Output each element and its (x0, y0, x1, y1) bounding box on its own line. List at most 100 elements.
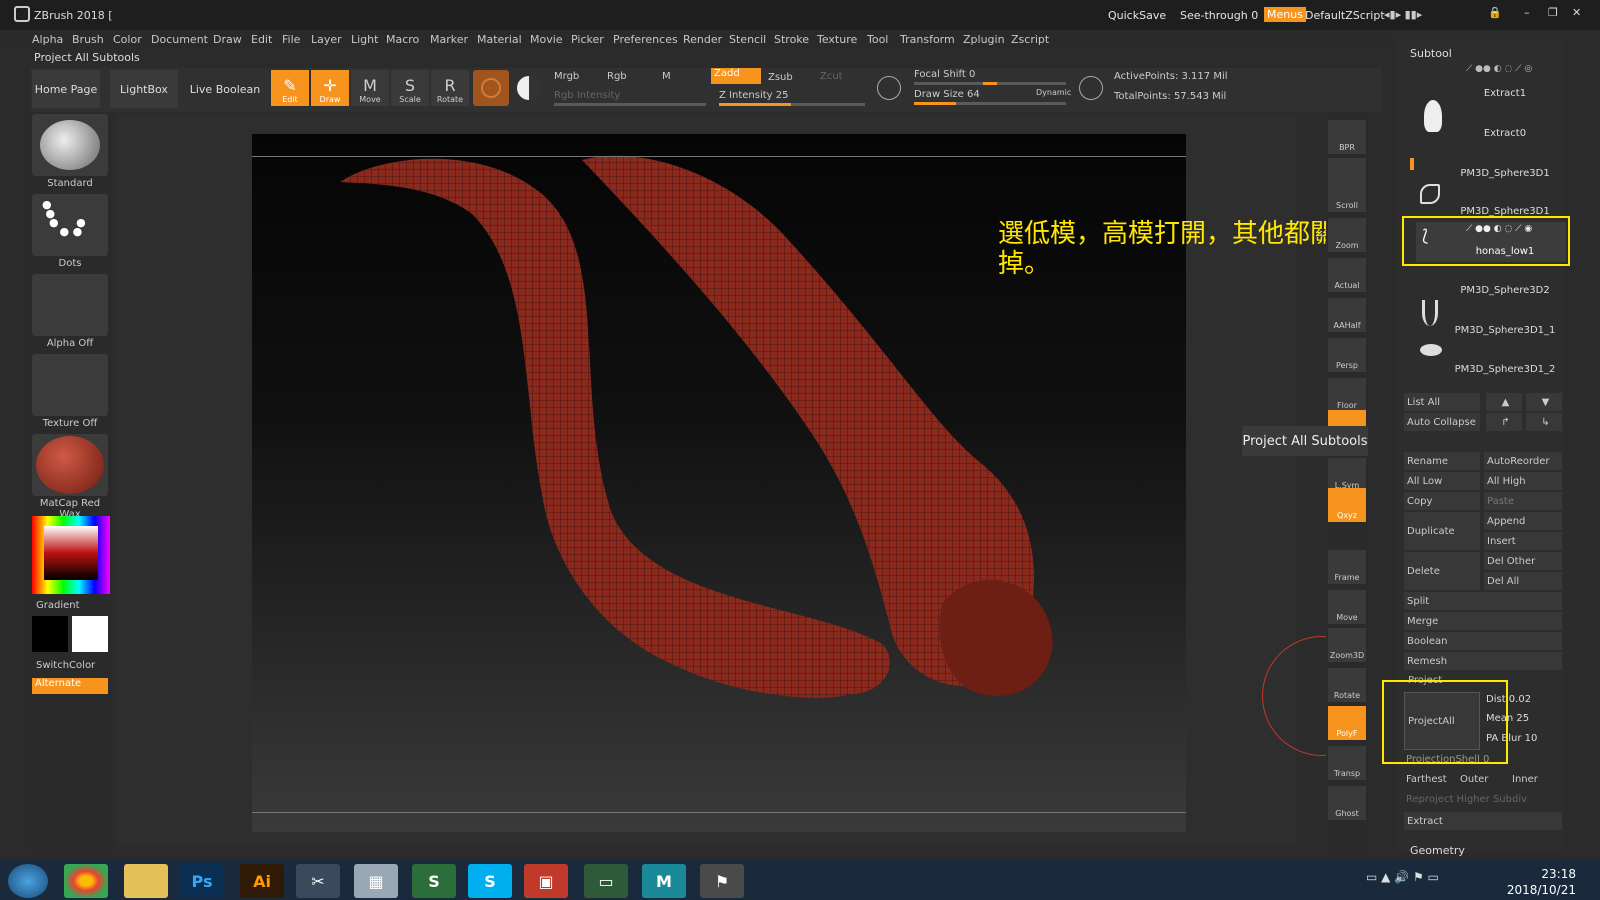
live-boolean-button[interactable]: Live Boolean (188, 70, 262, 108)
tray-button-polyf[interactable]: PolyF (1328, 706, 1366, 740)
menu-marker[interactable]: Marker (430, 33, 468, 46)
windows-start-icon[interactable] (8, 864, 48, 898)
merge-section[interactable]: Merge (1404, 612, 1562, 630)
menu-preferences[interactable]: Preferences (613, 33, 678, 46)
close-icon[interactable]: ✕ (1572, 6, 1581, 19)
maya-icon[interactable]: M (642, 864, 686, 898)
move-mode-button[interactable]: M Move (351, 70, 389, 106)
material-thumbnail[interactable] (32, 434, 108, 496)
rotate-mode-button[interactable]: R Rotate (431, 70, 469, 106)
all-low-button[interactable]: All Low (1404, 472, 1480, 490)
delete-button[interactable]: Delete (1404, 552, 1480, 590)
focal-shift-slider[interactable]: Focal Shift 0 (914, 69, 975, 80)
edit-mode-button[interactable]: ✎ Edit (271, 70, 309, 106)
minimize-icon[interactable]: – (1524, 6, 1530, 19)
menu-brush[interactable]: Brush (72, 33, 104, 46)
menu-movie[interactable]: Movie (530, 33, 563, 46)
tray-button-persp[interactable]: Persp (1328, 338, 1366, 372)
tray-button-rotate[interactable]: Rotate (1328, 668, 1366, 702)
menu-picker[interactable]: Picker (571, 33, 604, 46)
menu-stroke[interactable]: Stroke (774, 33, 809, 46)
inner-button[interactable]: Inner (1512, 774, 1538, 785)
alternate-button[interactable]: Alternate (32, 678, 108, 694)
tray-button-transp[interactable]: Transp (1328, 746, 1366, 780)
tray-button-frame[interactable]: Frame (1328, 550, 1366, 584)
skype-icon[interactable]: S (468, 864, 512, 898)
mrgb-button[interactable]: Mrgb (554, 71, 579, 82)
split-section[interactable]: Split (1404, 592, 1562, 610)
subtool-header[interactable]: Subtool (1410, 47, 1452, 60)
menu-macro[interactable]: Macro (386, 33, 419, 46)
menu-render[interactable]: Render (683, 33, 722, 46)
copy-button[interactable]: Copy (1404, 492, 1480, 510)
menu-file[interactable]: File (282, 33, 300, 46)
extract-section[interactable]: Extract (1404, 812, 1562, 830)
geometry-section[interactable]: Geometry (1410, 844, 1465, 857)
switch-color-button[interactable]: SwitchColor (32, 660, 108, 671)
subtool-toggles-icon[interactable]: ⟋ ●● ◐ ◌ ⟋ ◎ (1466, 64, 1532, 74)
tray-button-zoom[interactable]: Zoom (1328, 218, 1366, 252)
tray-button-l-sym[interactable]: L.Sym (1328, 458, 1366, 492)
duplicate-button[interactable]: Duplicate (1404, 512, 1480, 550)
texture-thumbnail[interactable] (32, 354, 108, 416)
sketch-app-icon[interactable]: S (412, 864, 456, 898)
illustrator-icon[interactable]: Ai (240, 864, 284, 898)
menu-stencil[interactable]: Stencil (729, 33, 766, 46)
all-high-button[interactable]: All High (1484, 472, 1562, 490)
zsub-button[interactable]: Zsub (768, 72, 793, 83)
snipping-tool-icon[interactable]: ✂ (296, 864, 340, 898)
boolean-section[interactable]: Boolean (1404, 632, 1562, 650)
dynamic-toggle[interactable]: Dynamic (1036, 88, 1071, 97)
menu-color[interactable]: Color (113, 33, 142, 46)
tray-icons[interactable]: ▭ ▲ 🔊 ⚑ ▭ (1366, 870, 1439, 884)
menu-material[interactable]: Material (477, 33, 522, 46)
stroke-thumbnail[interactable]: ● ● ● ● ● ● (32, 194, 108, 256)
tray-button-floor[interactable]: Floor (1328, 378, 1366, 412)
system-clock[interactable]: 23:18 2018/10/21 (1496, 866, 1576, 898)
color-square[interactable] (44, 526, 98, 580)
reproject-higher-subdiv-button[interactable]: Reproject Higher Subdiv (1406, 794, 1527, 805)
alpha-thumbnail[interactable] (32, 274, 108, 336)
menu-edit[interactable]: Edit (251, 33, 272, 46)
tray-button-ghost[interactable]: Ghost (1328, 786, 1366, 820)
auto-collapse-button[interactable]: Auto Collapse (1404, 413, 1480, 431)
rgb-button[interactable]: Rgb (607, 71, 627, 82)
list-all-button[interactable]: List All (1404, 393, 1480, 411)
zadd-button[interactable]: Zadd (711, 68, 761, 84)
lightbox-button[interactable]: LightBox (110, 70, 178, 108)
secondary-color-swatch[interactable] (72, 616, 108, 652)
move-up-icon[interactable]: ↱ (1486, 413, 1522, 431)
quicksave-button[interactable]: QuickSave (1108, 9, 1166, 22)
zcut-button[interactable]: Zcut (820, 71, 843, 82)
film-app-icon[interactable]: ▣ (524, 864, 568, 898)
file-explorer-icon[interactable] (124, 864, 168, 898)
menu-zscript[interactable]: Zscript (1011, 33, 1049, 46)
tray-button-bpr[interactable]: BPR (1328, 120, 1366, 154)
d-target-icon[interactable] (1079, 76, 1103, 100)
monitor-app-icon[interactable]: ▭ (584, 864, 628, 898)
tray-button-actual[interactable]: Actual (1328, 258, 1366, 292)
menu-light[interactable]: Light (351, 33, 378, 46)
draw-mode-button[interactable]: ✛ Draw (311, 70, 349, 106)
insert-button[interactable]: Insert (1484, 532, 1562, 550)
calculator-icon[interactable]: ▦ (354, 864, 398, 898)
rgb-intensity-slider[interactable]: Rgb Intensity (554, 90, 620, 101)
arrow-down-icon[interactable]: ▼ (1526, 393, 1562, 411)
autoreorder-button[interactable]: AutoReorder (1484, 452, 1562, 470)
lock-icon[interactable]: 🔒 (1488, 6, 1502, 19)
paste-button[interactable]: Paste (1484, 492, 1562, 510)
scale-mode-button[interactable]: S Scale (391, 70, 429, 106)
menu-document[interactable]: Document (151, 33, 208, 46)
see-through-slider[interactable]: See-through 0 (1180, 9, 1258, 22)
sphere-shade-icon[interactable] (517, 76, 541, 100)
append-button[interactable]: Append (1484, 512, 1562, 530)
menu-tool[interactable]: Tool (867, 33, 888, 46)
draw-size-slider[interactable]: Draw Size 64 (914, 89, 980, 100)
menu-zplugin[interactable]: Zplugin (963, 33, 1005, 46)
del-all-button[interactable]: Del All (1484, 572, 1562, 590)
tray-button-scroll[interactable]: Scroll (1328, 178, 1366, 212)
menus-toggle[interactable]: Menus (1264, 7, 1306, 22)
menu-draw[interactable]: Draw (213, 33, 242, 46)
outer-button[interactable]: Outer (1460, 774, 1488, 785)
default-zscript-button[interactable]: DefaultZScript (1305, 9, 1385, 22)
